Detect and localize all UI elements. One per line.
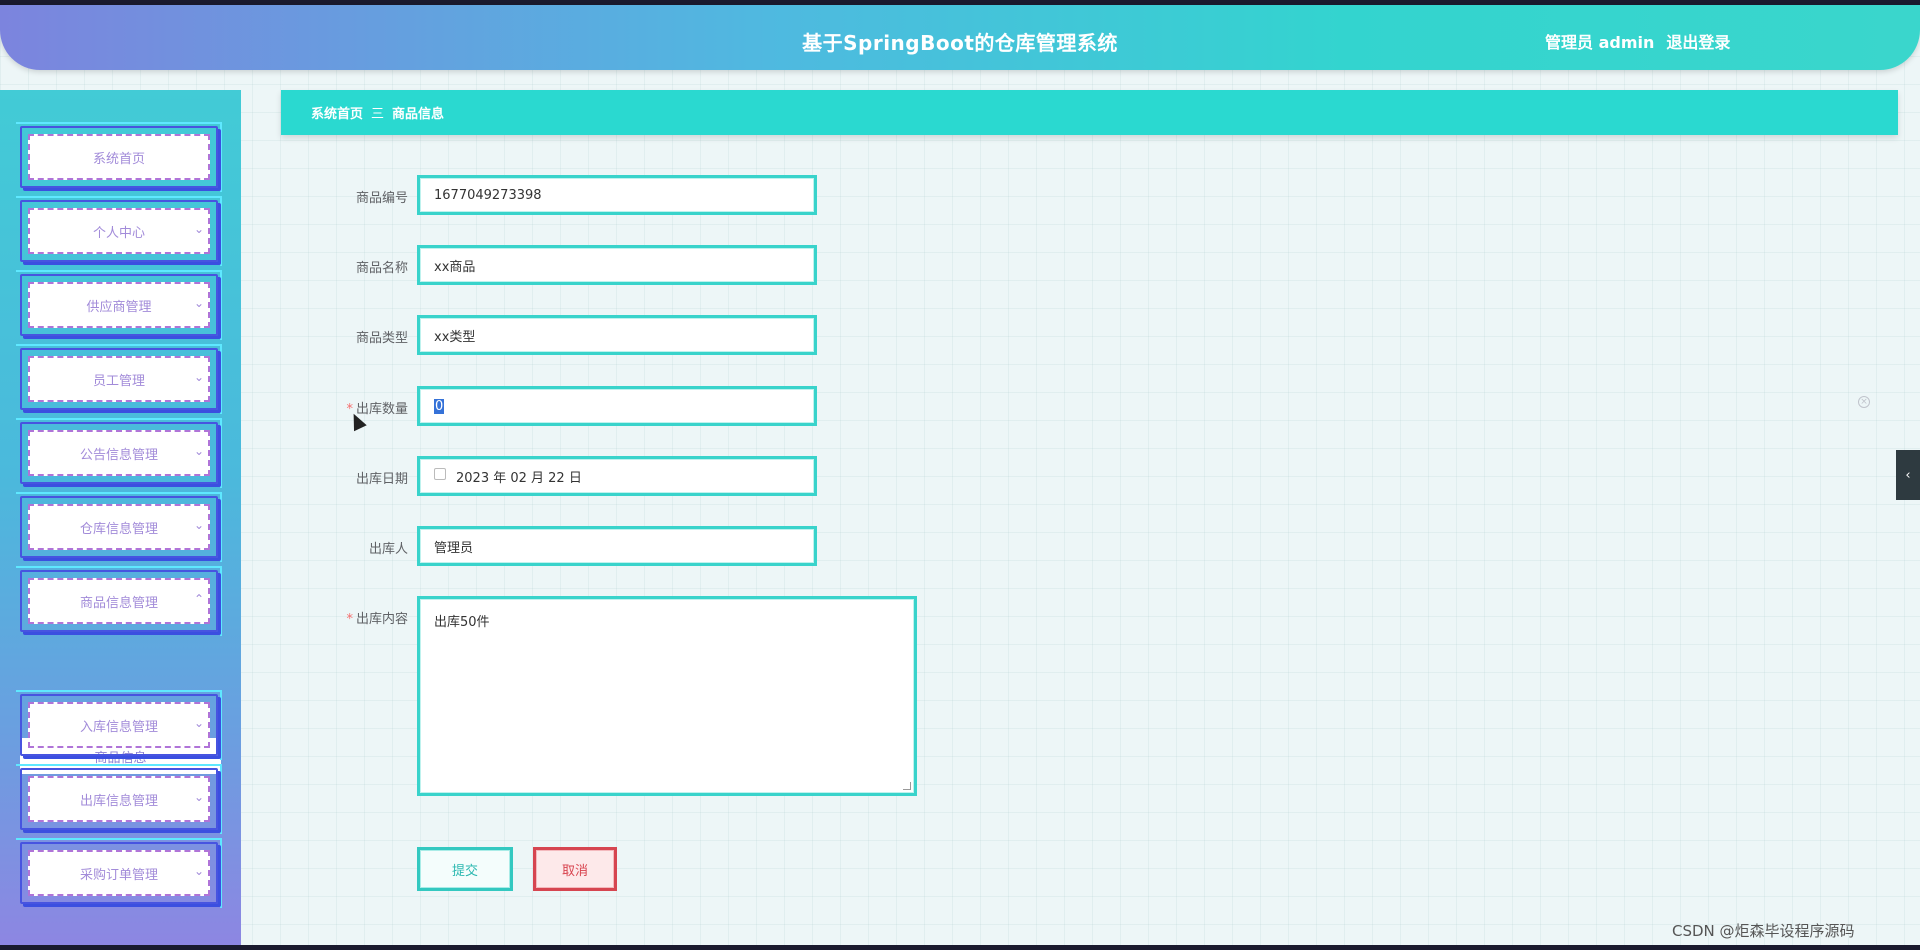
field-label: * 出库内容: [330, 608, 408, 627]
out-date-value: 2023 年 02 月 22 日: [456, 470, 582, 486]
window-bottom-bar: [0, 945, 1920, 950]
sidebar-item-outbound[interactable]: 出库信息管理 ⌄: [16, 764, 222, 834]
chevron-down-icon: ⌄: [193, 296, 204, 310]
sidebar-item-label: 入库信息管理: [28, 702, 210, 748]
chevron-down-icon: ⌄: [193, 518, 204, 532]
field-label: 商品编号: [355, 191, 408, 206]
watermark: CSDN @炬森毕设程序源码: [1672, 922, 1855, 940]
sidebar-item-label: 系统首页: [28, 134, 210, 180]
sidebar-item-label: 商品信息管理: [28, 578, 210, 624]
breadcrumb: 系统首页 三 商品信息: [281, 90, 1898, 135]
out-quantity-value: 0: [434, 398, 445, 414]
chevron-down-icon: ⌄: [193, 444, 204, 458]
sidebar-item-label: 仓库信息管理: [28, 504, 210, 550]
chevron-left-icon: ‹: [1905, 467, 1911, 483]
app-header: 基于SpringBoot的仓库管理系统 管理员 admin 退出登录: [0, 5, 1920, 70]
sidebar-item-label: 公告信息管理: [28, 430, 210, 476]
sidebar-item-purchase[interactable]: 采购订单管理 ⌄: [16, 838, 222, 908]
sidebar: 系统首页 个人中心 ⌄ 供应商管理 ⌄ 员工管理 ⌄ 公告信息管理 ⌄ 仓库信息…: [0, 90, 241, 945]
product-code-input[interactable]: 1677049273398: [417, 175, 817, 215]
breadcrumb-home[interactable]: 系统首页: [311, 103, 363, 122]
field-label: * 出库数量: [330, 398, 408, 417]
sidebar-item-staff[interactable]: 员工管理 ⌄: [16, 344, 222, 414]
logout-link[interactable]: 退出登录: [1666, 29, 1730, 53]
chevron-down-icon: ⌄: [193, 864, 204, 878]
chevron-down-icon: ⌄: [193, 222, 204, 236]
sidebar-item-label: 个人中心: [28, 208, 210, 254]
chevron-down-icon: ⌄: [193, 716, 204, 730]
panel-toggle-button[interactable]: ‹: [1896, 450, 1920, 500]
field-label: 出库人: [368, 542, 408, 557]
chevron-down-icon: ⌄: [193, 370, 204, 384]
sidebar-item-notice[interactable]: 公告信息管理 ⌄: [16, 418, 222, 488]
field-label-text: 出库数量: [355, 402, 408, 417]
sidebar-item-inbound[interactable]: 入库信息管理 ⌄: [16, 690, 222, 760]
sidebar-item-warehouse[interactable]: 仓库信息管理 ⌄: [16, 492, 222, 562]
breadcrumb-current: 商品信息: [392, 107, 445, 122]
chevron-up-icon: ⌃: [193, 592, 204, 606]
out-content-textarea[interactable]: 出库50件: [417, 596, 917, 796]
out-quantity-input[interactable]: 0: [417, 386, 817, 426]
sidebar-item-supplier[interactable]: 供应商管理 ⌄: [16, 270, 222, 340]
out-person-input[interactable]: 管理员: [417, 526, 817, 566]
field-label: 商品名称: [355, 261, 408, 276]
out-date-picker[interactable]: 2023 年 02 月 22 日: [417, 456, 817, 496]
submit-button[interactable]: 提交: [417, 847, 513, 891]
sidebar-item-label: 供应商管理: [28, 282, 210, 328]
breadcrumb-separator: 三: [371, 107, 385, 122]
sidebar-item-home[interactable]: 系统首页: [16, 122, 222, 192]
sidebar-item-personal-center[interactable]: 个人中心 ⌄: [16, 196, 222, 266]
user-label: 管理员 admin: [1545, 33, 1655, 52]
resize-handle-icon[interactable]: [903, 782, 911, 790]
product-name-input[interactable]: xx商品: [417, 245, 817, 285]
field-label: 出库日期: [355, 472, 408, 487]
field-label-text: 出库内容: [355, 612, 408, 627]
clear-icon[interactable]: ×: [1858, 396, 1870, 408]
required-mark: *: [346, 612, 353, 627]
sidebar-item-product[interactable]: 商品信息管理 ⌃: [16, 566, 222, 636]
field-label: 商品类型: [355, 331, 408, 346]
calendar-icon: [434, 468, 446, 480]
sidebar-item-label: 出库信息管理: [28, 776, 210, 822]
chevron-down-icon: ⌄: [193, 790, 204, 804]
product-type-input[interactable]: xx类型: [417, 315, 817, 355]
page-background: [0, 0, 1920, 950]
user-area: 管理员 admin 退出登录: [1545, 29, 1730, 53]
cancel-button[interactable]: 取消: [533, 847, 617, 891]
out-content-value: 出库50件: [434, 615, 490, 630]
sidebar-item-label: 员工管理: [28, 356, 210, 402]
sidebar-item-label: 采购订单管理: [28, 850, 210, 896]
